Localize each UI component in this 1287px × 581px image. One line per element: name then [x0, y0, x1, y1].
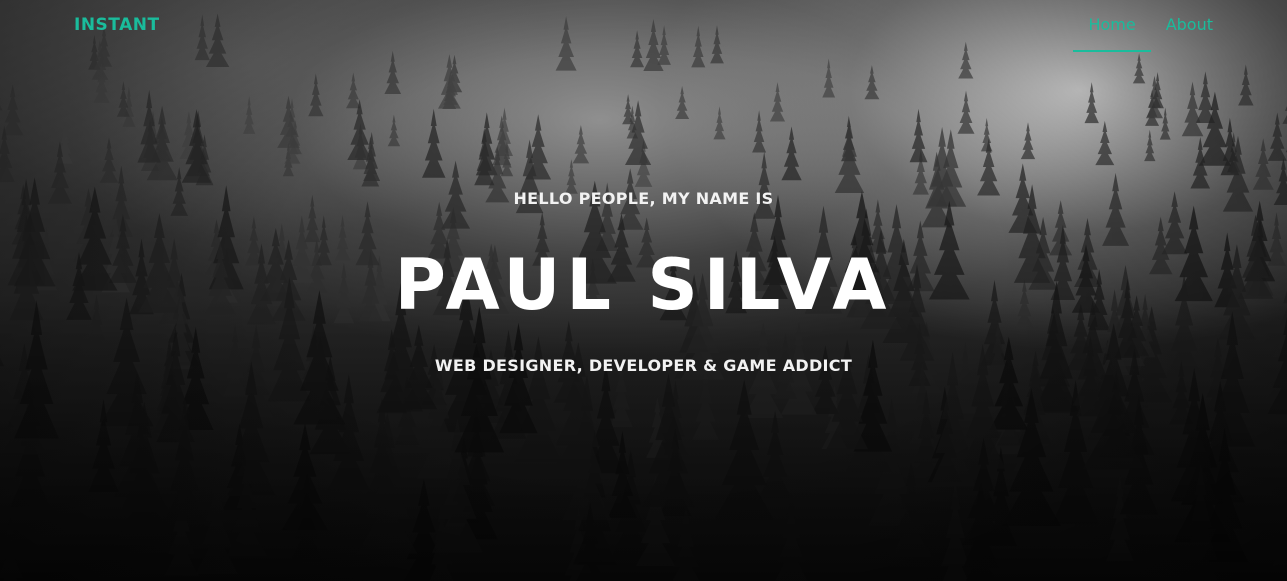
tree-silhouette	[387, 114, 401, 147]
brand-logo-link[interactable]: INSTANT	[74, 15, 160, 35]
tree-silhouette	[1132, 53, 1146, 84]
tree-silhouette	[1282, 106, 1287, 124]
tree-silhouette	[977, 138, 1001, 196]
tree-silhouette	[308, 73, 324, 117]
tree-silhouette	[781, 126, 802, 181]
tree-silhouette	[909, 108, 928, 163]
tree-silhouette	[99, 137, 119, 183]
tree-silhouette	[1084, 82, 1099, 124]
tree-silhouette	[384, 50, 402, 94]
intro-lead-in: HELLO PEOPLE, MY NAME IS	[513, 189, 774, 208]
tree-silhouette	[957, 90, 975, 134]
tree-silhouette	[864, 65, 880, 100]
tree-silhouette	[675, 86, 690, 119]
tree-silhouette	[1144, 129, 1156, 162]
tree-silhouette	[346, 72, 361, 109]
tree-silhouette	[2, 84, 24, 136]
tree-silhouette	[1159, 107, 1171, 140]
tree-silhouette	[1102, 172, 1130, 246]
tree-silhouette	[347, 99, 372, 160]
tree-silhouette	[1095, 120, 1115, 166]
tree-silhouette	[752, 110, 767, 153]
tree-silhouette	[713, 106, 726, 140]
tree-silhouette	[753, 151, 776, 219]
hero-section: INSTANT Home About HELLO PEOPLE, MY NAME…	[0, 0, 1287, 581]
tree-silhouette	[572, 125, 590, 164]
tree-silhouette	[1020, 122, 1036, 160]
nav-link-about[interactable]: About	[1151, 0, 1228, 52]
tree-silhouette	[769, 82, 786, 122]
tree-silhouette	[422, 108, 446, 178]
top-navbar: INSTANT Home About	[0, 0, 1287, 52]
tree-silhouette	[822, 58, 836, 98]
nav-links: Home About	[1073, 0, 1287, 52]
tree-silhouette	[1267, 112, 1287, 161]
tree-silhouette	[1252, 138, 1274, 190]
tree-silhouette	[0, 97, 3, 111]
intro-heading: PAUL SILVA	[394, 244, 893, 326]
tree-silhouette	[980, 118, 993, 152]
tree-silhouette	[834, 120, 865, 193]
tree-silhouette	[1238, 64, 1254, 106]
intro-subheading: WEB DESIGNER, DEVELOPER & GAME ADDICT	[434, 356, 853, 375]
tree-silhouette	[243, 96, 256, 134]
nav-link-home[interactable]: Home	[1073, 0, 1151, 52]
